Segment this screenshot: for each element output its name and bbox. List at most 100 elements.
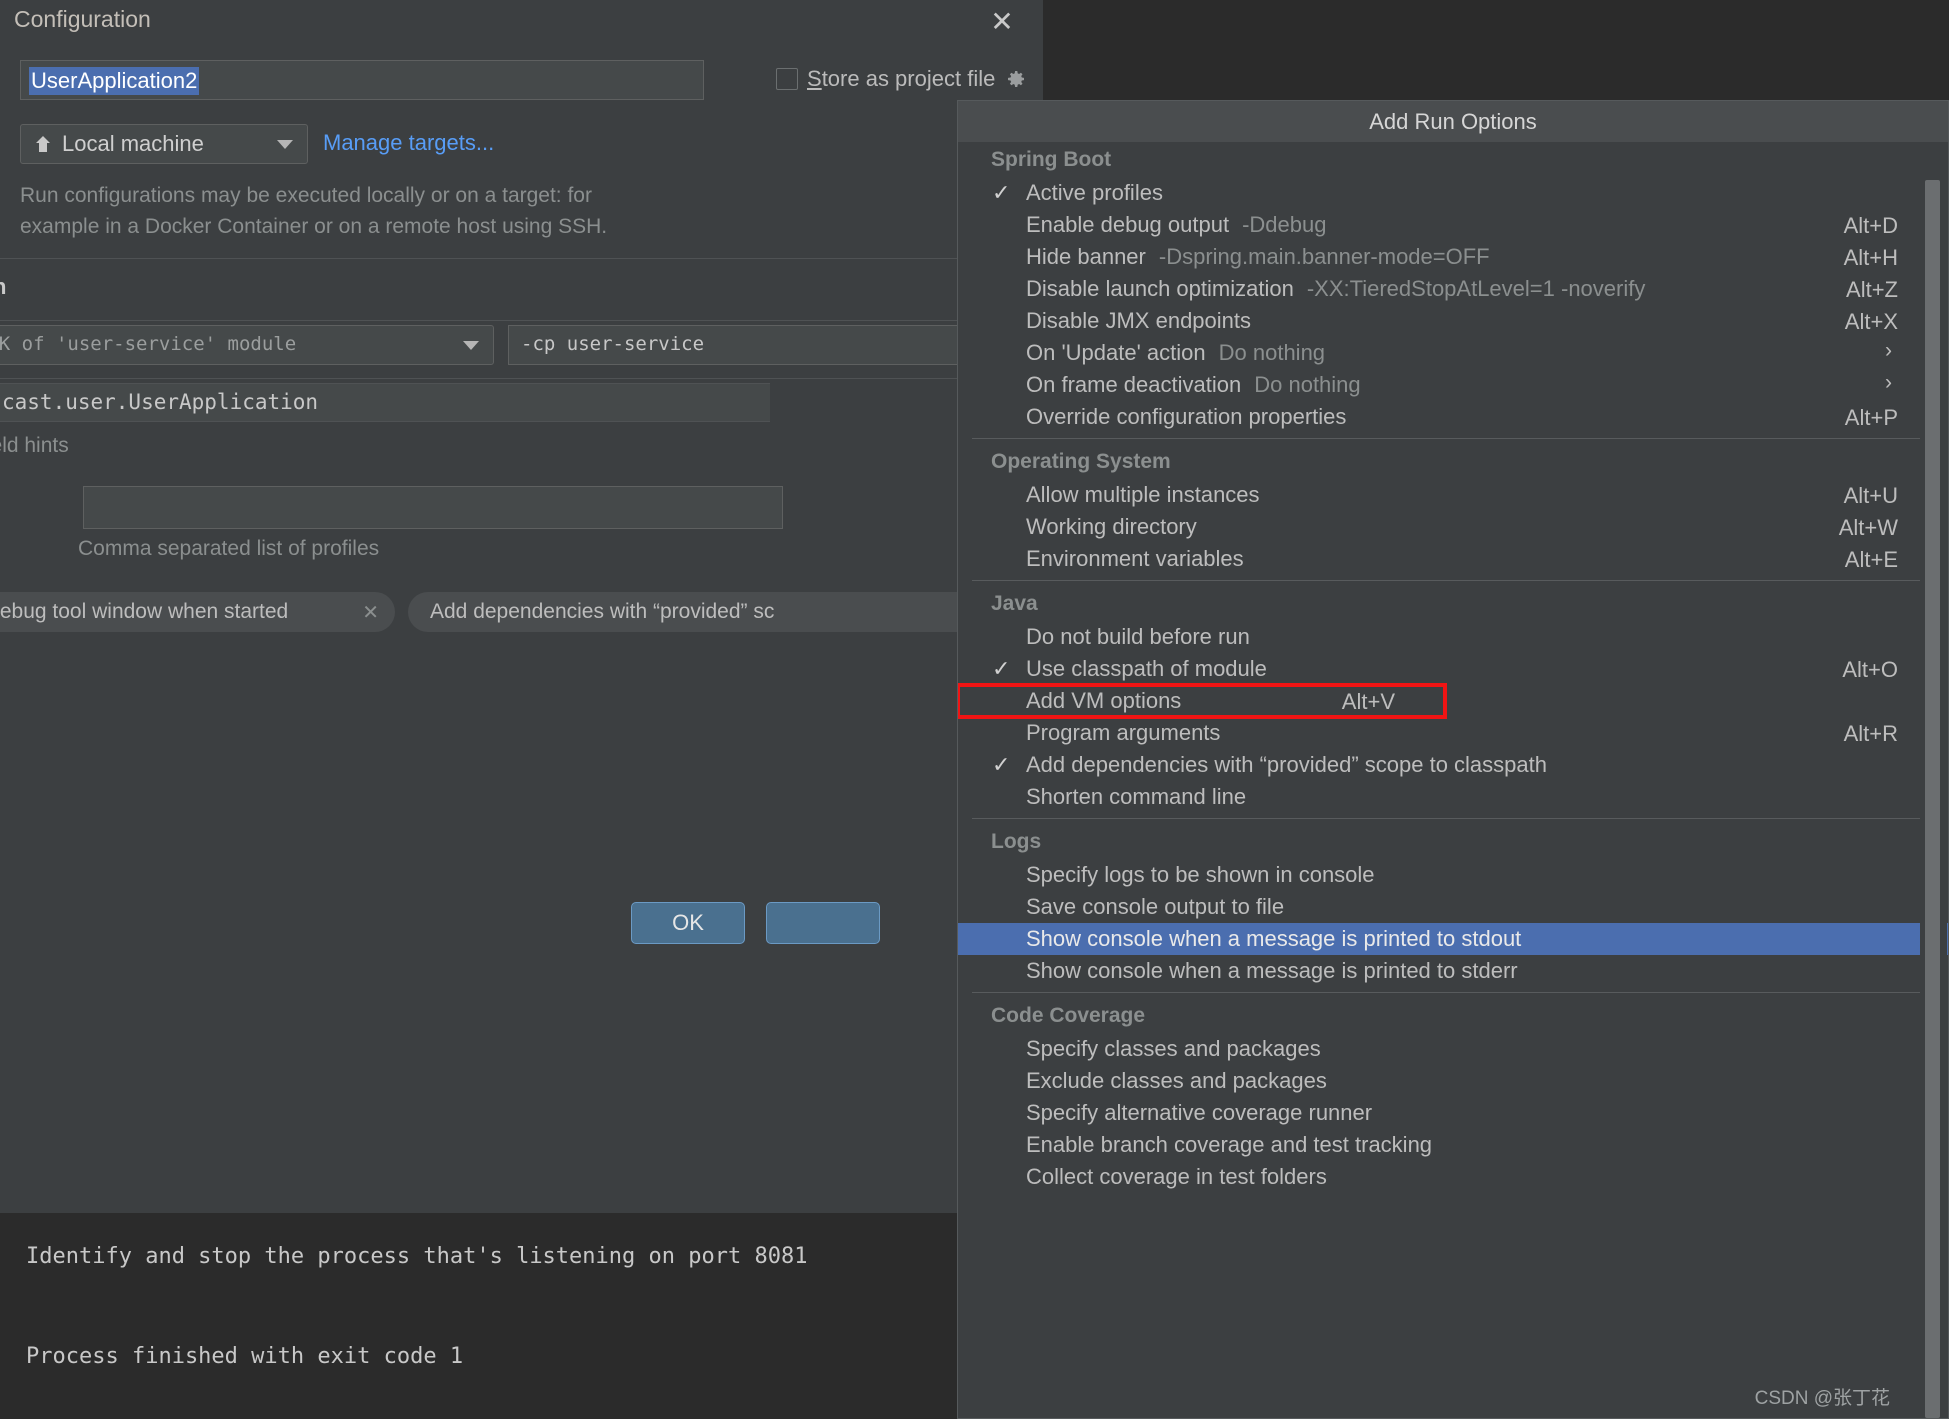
menu-item-label: Disable launch optimization [1026,276,1294,301]
menu-item-label: Disable JMX endpoints [1026,308,1252,333]
popup-header: Add Run Options [958,101,1948,142]
menu-item-label: Program arguments [1026,720,1221,745]
check-icon: ✓ [992,752,1011,777]
store-as-project-file-row[interactable]: Store as project file [776,66,1028,92]
menu-item[interactable]: Hide banner -Dspring.main.banner-mode=OFF… [958,241,1948,273]
menu-item[interactable]: Override configuration properties Alt+P [958,401,1948,433]
gear-icon[interactable] [1004,67,1028,91]
ok-button[interactable]: OK [631,902,745,944]
menu-item[interactable]: Exclude classes and packages [958,1065,1948,1097]
menu-item[interactable]: Specify classes and packages [958,1033,1948,1065]
menu-group-header: Operating System [991,449,1171,473]
menu-item[interactable]: Specify alternative coverage runner [958,1097,1948,1129]
option-chip-label: Add dependencies with “provided” sc [430,600,775,623]
menu-item[interactable]: Specify logs to be shown in console [958,859,1948,891]
menu-item-shortcut: Alt+D [1843,213,1898,238]
run-target-help-line: Run configurations may be executed local… [20,184,592,207]
menu-item[interactable]: Collect coverage in test folders [958,1161,1948,1193]
menu-item-hint: -XX:TieredStopAtLevel=1 -noverify [1306,276,1646,301]
menu-item-hint: Do nothing [1218,340,1326,365]
menu-item[interactable]: Add VM options Alt+V [958,683,1447,719]
menu-item-shortcut: Alt+W [1838,515,1898,540]
main-class-field[interactable]: cast.user.UserApplication [0,383,770,422]
menu-group-header: Code Coverage [991,1003,1146,1027]
menu-item-hint: Do nothing [1254,372,1361,397]
menu-item[interactable]: Disable JMX endpoints Alt+X [958,305,1948,337]
popup-scrollbar[interactable] [1920,142,1947,1418]
section-divider [0,258,1043,259]
menu-item[interactable]: ✓ Use classpath of module Alt+O [958,653,1948,685]
run-target-dropdown[interactable]: Local machine [20,124,308,164]
menu-item-label: Do not build before run [1026,624,1250,649]
chevron-right-icon: › [1885,371,1892,394]
menu-item[interactable]: Do not build before run [958,621,1948,653]
classpath-value: -cp user-service [521,333,705,355]
menu-item-hint: -Ddebug [1242,212,1327,237]
cancel-button[interactable] [766,902,880,944]
run-target-help-line: example in a Docker Container or on a re… [20,215,608,238]
menu-item-hint: -Dspring.main.banner-mode=OFF [1158,244,1490,269]
menu-item-label: Save console output to file [1026,894,1285,919]
configuration-name-input[interactable]: UserApplication2 [20,60,704,100]
menu-item-shortcut: Alt+V [1341,689,1395,714]
menu-item-label: Specify logs to be shown in console [1026,862,1375,887]
menu-item-shortcut: Alt+P [1844,405,1898,430]
menu-item[interactable]: Show console when a message is printed t… [958,955,1948,987]
section-divider [0,320,1043,321]
run-console-panel[interactable]: Identify and stop the process that's lis… [0,1213,957,1419]
store-as-project-file-label: Store as project file [807,66,995,92]
add-run-options-popup: Add Run Options Spring Boot ✓ Active profi… [957,100,1949,1419]
chevron-right-icon: › [1885,339,1892,362]
menu-separator [972,818,1934,819]
menu-item[interactable]: ✓ Active profiles [958,177,1948,209]
menu-item-shortcut: Alt+X [1844,309,1898,334]
close-icon[interactable]: ✕ [982,3,1022,41]
menu-item-label: Use classpath of module [1026,656,1267,681]
menu-item[interactable]: Allow multiple instances Alt+U [958,479,1948,511]
menu-item[interactable]: Shorten command line [958,781,1948,813]
build-and-run-section-title: nd run [0,274,6,300]
menu-item[interactable]: Working directory Alt+W [958,511,1948,543]
menu-item[interactable]: ✓ Add dependencies with “provided” scope … [958,749,1948,781]
menu-item[interactable]: Environment variables Alt+E [958,543,1948,575]
menu-separator [972,438,1934,439]
menu-item[interactable]: Enable debug output -Ddebug Alt+D [958,209,1948,241]
menu-item-label: Working directory [1026,514,1197,539]
active-profiles-input[interactable] [83,486,783,529]
menu-item[interactable]: Save console output to file [958,891,1948,923]
menu-item-label: Show console when a message is printed t… [1026,926,1522,951]
menu-item-label: Allow multiple instances [1026,482,1260,507]
menu-separator [972,992,1934,993]
classpath-field[interactable]: -cp user-service [508,325,1008,365]
menu-item[interactable]: Program arguments Alt+R [958,717,1948,749]
menu-item-shortcut: Alt+H [1843,245,1898,270]
menu-item[interactable]: Enable branch coverage and test tracking [958,1129,1948,1161]
store-as-project-file-text: tore as project file [821,66,996,91]
menu-item-shortcut: Alt+Z [1846,277,1898,302]
menu-item-label: Specify alternative coverage runner [1026,1100,1373,1125]
menu-item[interactable]: Disable launch optimization -XX:TieredSto… [958,273,1948,305]
menu-item[interactable]: On 'Update' action Do nothing › [958,337,1948,369]
dialog-titlebar: Configuration ✕ [0,0,1043,46]
ide-background: Identify and stop the process that's lis… [0,0,1949,1419]
close-icon[interactable]: ✕ [348,600,379,625]
run-target-help-text: Run configurations may be executed local… [20,180,720,242]
console-output-line: Identify and stop the process that's lis… [26,1244,808,1269]
popup-scrollbar-thumb[interactable] [1925,180,1940,1418]
menu-item-label: Add dependencies with “provided” scope t… [1026,752,1547,777]
menu-item-label: Override configuration properties [1026,404,1347,429]
store-as-project-file-mnemonic: S [807,66,822,91]
menu-separator [972,580,1934,581]
menu-item[interactable]: On frame deactivation Do nothing › [958,369,1948,401]
active-profiles-hint: Comma separated list of profiles [78,537,380,560]
menu-item-label: Hide banner [1026,244,1146,269]
manage-targets-link[interactable]: Manage targets... [323,130,494,156]
jre-selected-value: 8 SDK of 'user-service' module [0,333,297,355]
console-output-line: Process finished with exit code 1 [26,1344,464,1369]
option-chip[interactable]: run/debug tool window when started ✕ [0,592,395,632]
option-chip[interactable]: Add dependencies with “provided” sc [408,592,1028,632]
menu-item-shortcut: Alt+E [1844,547,1898,572]
jre-dropdown[interactable]: 8 SDK of 'user-service' module [0,325,494,365]
menu-item[interactable]: Show console when a message is printed t… [958,923,1948,955]
store-as-project-file-checkbox[interactable] [776,68,798,90]
